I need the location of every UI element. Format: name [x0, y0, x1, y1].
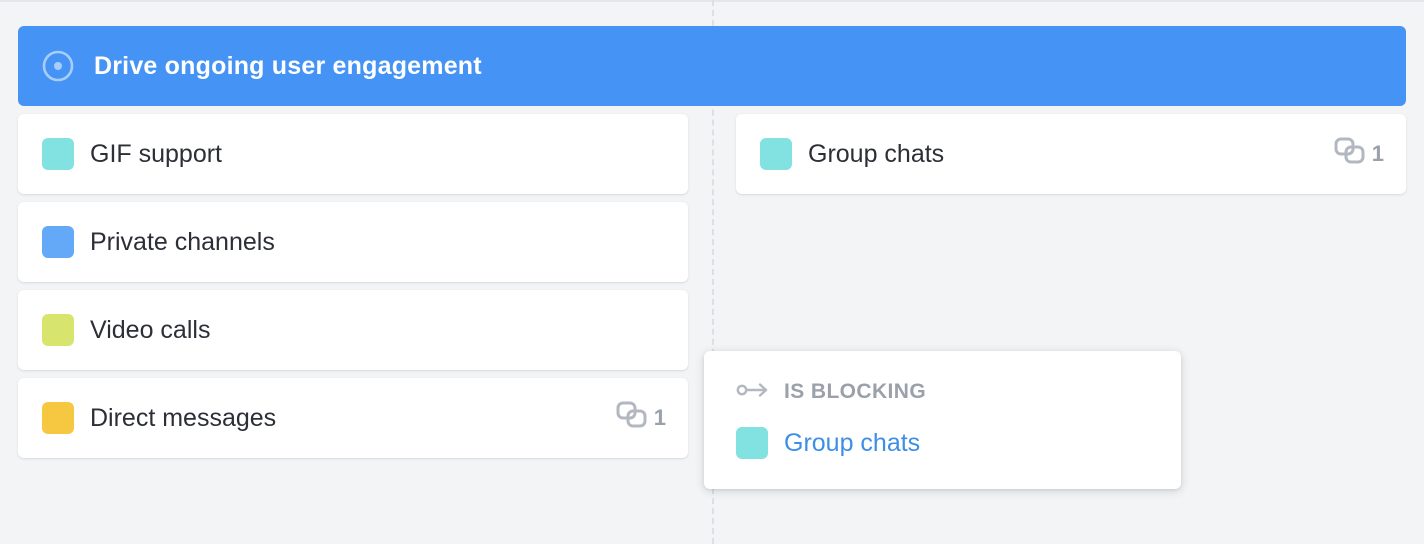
card-label: GIF support [90, 139, 222, 168]
blocking-arrow-icon [736, 381, 770, 404]
color-swatch [736, 427, 768, 459]
popover-heading-label: IS BLOCKING [784, 380, 927, 403]
card-label: Group chats [808, 139, 945, 168]
color-swatch [42, 314, 74, 346]
dependency-popover: IS BLOCKING Group chats [704, 351, 1181, 489]
color-swatch [42, 138, 74, 170]
feature-card-video-calls[interactable]: Video calls [18, 290, 688, 370]
roadmap-board: Drive ongoing user engagement GIF suppor… [0, 0, 1424, 544]
blocked-item-label[interactable]: Group chats [784, 429, 920, 458]
card-label: Direct messages [90, 403, 277, 432]
feature-card-private-channels[interactable]: Private channels [18, 202, 688, 282]
goal-banner[interactable]: Drive ongoing user engagement [18, 26, 1406, 106]
color-swatch [42, 402, 74, 434]
card-label: Video calls [90, 315, 211, 344]
link-icon [616, 400, 648, 436]
feature-card-gif-support[interactable]: GIF support [18, 114, 688, 194]
dependency-badge[interactable]: 1 [1334, 136, 1384, 172]
popover-heading: IS BLOCKING [736, 379, 1149, 405]
dependency-badge[interactable]: 1 [616, 400, 666, 436]
dependency-count: 1 [1371, 141, 1384, 166]
feature-card-group-chats[interactable]: Group chats 1 [736, 114, 1406, 194]
target-icon [42, 50, 74, 82]
feature-card-direct-messages[interactable]: Direct messages 1 [18, 378, 688, 458]
dependency-count: 1 [653, 405, 666, 430]
blocked-item-link[interactable]: Group chats [736, 427, 1149, 459]
color-swatch [760, 138, 792, 170]
goal-title: Drive ongoing user engagement [94, 51, 482, 80]
color-swatch [42, 226, 74, 258]
card-label: Private channels [90, 227, 275, 256]
link-icon [1334, 136, 1366, 172]
